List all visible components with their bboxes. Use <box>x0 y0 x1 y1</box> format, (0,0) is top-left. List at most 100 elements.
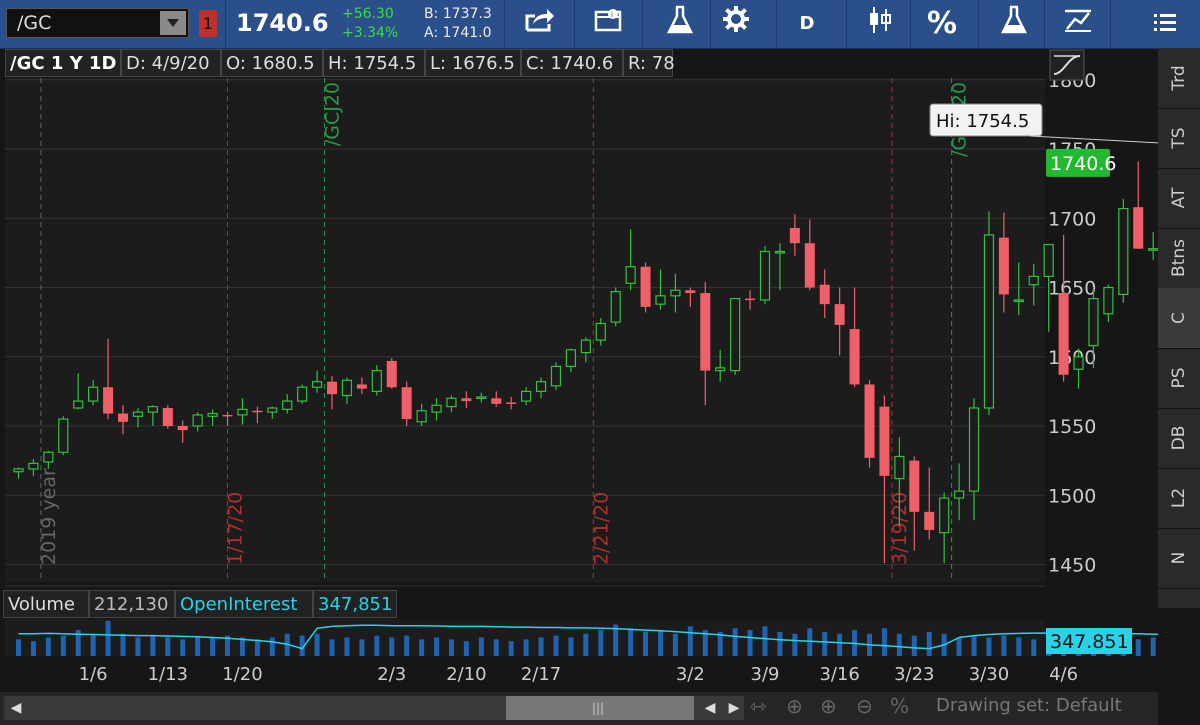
candle-body[interactable] <box>103 387 114 414</box>
candle-body[interactable] <box>730 297 741 372</box>
candle-body[interactable] <box>222 414 233 417</box>
chart-title[interactable]: /GC 1 Y 1D <box>5 49 121 77</box>
candle-body[interactable] <box>894 455 905 480</box>
candle-body[interactable] <box>446 397 457 408</box>
candle-body[interactable] <box>849 329 860 385</box>
candle-body[interactable] <box>685 290 696 294</box>
candle-body[interactable] <box>401 387 412 420</box>
candle-body[interactable] <box>476 396 487 400</box>
candle-body[interactable] <box>715 367 726 372</box>
candle-body[interactable] <box>789 227 800 244</box>
candle-body[interactable] <box>879 406 890 476</box>
open-interest-label[interactable]: OpenInterest <box>175 590 313 618</box>
candle-body[interactable] <box>267 407 278 413</box>
drawing-set-label[interactable]: Drawing set: Default <box>936 695 1122 716</box>
candle-body[interactable] <box>521 390 532 402</box>
side-tab-n[interactable]: N <box>1158 528 1200 589</box>
candle-body[interactable] <box>386 360 397 388</box>
candle-body[interactable] <box>759 250 771 301</box>
candle-body[interactable] <box>670 289 681 297</box>
side-tab-ps[interactable]: PS <box>1158 348 1200 409</box>
candle-body[interactable] <box>356 384 367 389</box>
side-tab-db[interactable]: DB <box>1158 408 1200 469</box>
candle-body[interactable] <box>968 407 980 492</box>
candle-body[interactable] <box>834 304 845 325</box>
candle-body[interactable] <box>252 410 263 413</box>
candle-body[interactable] <box>1088 297 1099 347</box>
candle-body[interactable] <box>565 349 577 368</box>
candle-body[interactable] <box>1103 286 1114 315</box>
price-chart[interactable]: 145015001550160016501700175018002019 yea… <box>0 0 1158 692</box>
candle-body[interactable] <box>13 468 24 473</box>
candle-body[interactable] <box>804 243 815 288</box>
candle-body[interactable] <box>610 291 621 323</box>
candle-body[interactable] <box>535 381 547 392</box>
candle-body[interactable] <box>1133 207 1144 249</box>
candle-body[interactable] <box>207 412 218 417</box>
zoom-out-icon[interactable]: ⊖ <box>856 694 873 718</box>
scroll-left-arrow[interactable]: ◀ <box>6 696 26 720</box>
candle-body[interactable] <box>132 411 144 417</box>
candle-body[interactable] <box>282 400 293 410</box>
candle-body[interactable] <box>341 379 353 397</box>
side-tab-l2[interactable]: L2 <box>1158 468 1200 529</box>
expand-icon[interactable]: ⇿ <box>750 694 767 718</box>
candle-body[interactable] <box>998 237 1009 295</box>
side-tab-btns[interactable]: Btns <box>1158 228 1200 289</box>
candle-body[interactable] <box>745 298 756 301</box>
candle-body[interactable] <box>461 398 472 402</box>
candle-body[interactable] <box>939 497 950 534</box>
candle-body[interactable] <box>73 400 84 409</box>
candle-body[interactable] <box>700 293 711 371</box>
candle-body[interactable] <box>625 266 636 284</box>
candle-body[interactable] <box>924 511 935 530</box>
candle-body[interactable] <box>1118 207 1129 296</box>
candle-body[interactable] <box>192 414 203 427</box>
candle-body[interactable] <box>162 407 173 426</box>
candle-body[interactable] <box>43 451 54 463</box>
candle-body[interactable] <box>312 381 323 388</box>
candle-body[interactable] <box>1028 275 1039 286</box>
side-tab-at[interactable]: AT <box>1158 168 1200 229</box>
percent-zoom-icon[interactable]: % <box>890 694 909 718</box>
candle-body[interactable] <box>819 284 830 305</box>
candle-body[interactable] <box>1073 356 1084 370</box>
candle-body[interactable] <box>983 234 995 409</box>
candle-body[interactable] <box>506 402 517 404</box>
candle-body[interactable] <box>28 462 39 470</box>
candle-body[interactable] <box>595 322 606 341</box>
candle-body[interactable] <box>864 384 875 458</box>
candle-body[interactable] <box>177 426 188 431</box>
candle-body[interactable] <box>327 381 338 395</box>
candle-body[interactable] <box>416 410 427 423</box>
side-tab-trd[interactable]: Trd <box>1158 48 1200 109</box>
zoom-in-icon[interactable]: ⊕ <box>820 694 837 718</box>
candle-body[interactable] <box>1058 293 1069 375</box>
side-tab-ts[interactable]: TS <box>1158 108 1200 169</box>
candle-body[interactable] <box>371 370 382 392</box>
candle-body[interactable] <box>1043 243 1054 278</box>
candle-body[interactable] <box>297 386 308 402</box>
candle-body[interactable] <box>550 365 562 387</box>
candle-body[interactable] <box>774 250 786 254</box>
candle-body[interactable] <box>237 408 248 416</box>
crosshair-icon[interactable]: ⊕ <box>786 694 803 718</box>
candle-body[interactable] <box>1013 299 1024 303</box>
candle-body[interactable] <box>655 295 666 305</box>
candle-body[interactable] <box>58 418 69 453</box>
candle-body[interactable] <box>1148 248 1158 251</box>
volume-bar <box>30 641 36 656</box>
scroll-right-arrow[interactable]: ▶ <box>724 696 744 720</box>
candle-body[interactable] <box>640 266 651 307</box>
candle-body[interactable] <box>953 490 965 499</box>
candle-body[interactable] <box>118 413 129 422</box>
candle-body[interactable] <box>88 386 99 402</box>
candle-body[interactable] <box>909 460 920 512</box>
scroll-left-step-arrow[interactable]: ◀ <box>700 696 720 720</box>
side-tab-c[interactable]: C <box>1158 288 1200 349</box>
volume-label[interactable]: Volume <box>3 590 89 618</box>
candle-body[interactable] <box>147 406 158 413</box>
candle-body[interactable] <box>431 404 442 413</box>
candle-body[interactable] <box>491 398 502 404</box>
candle-body[interactable] <box>580 339 591 354</box>
